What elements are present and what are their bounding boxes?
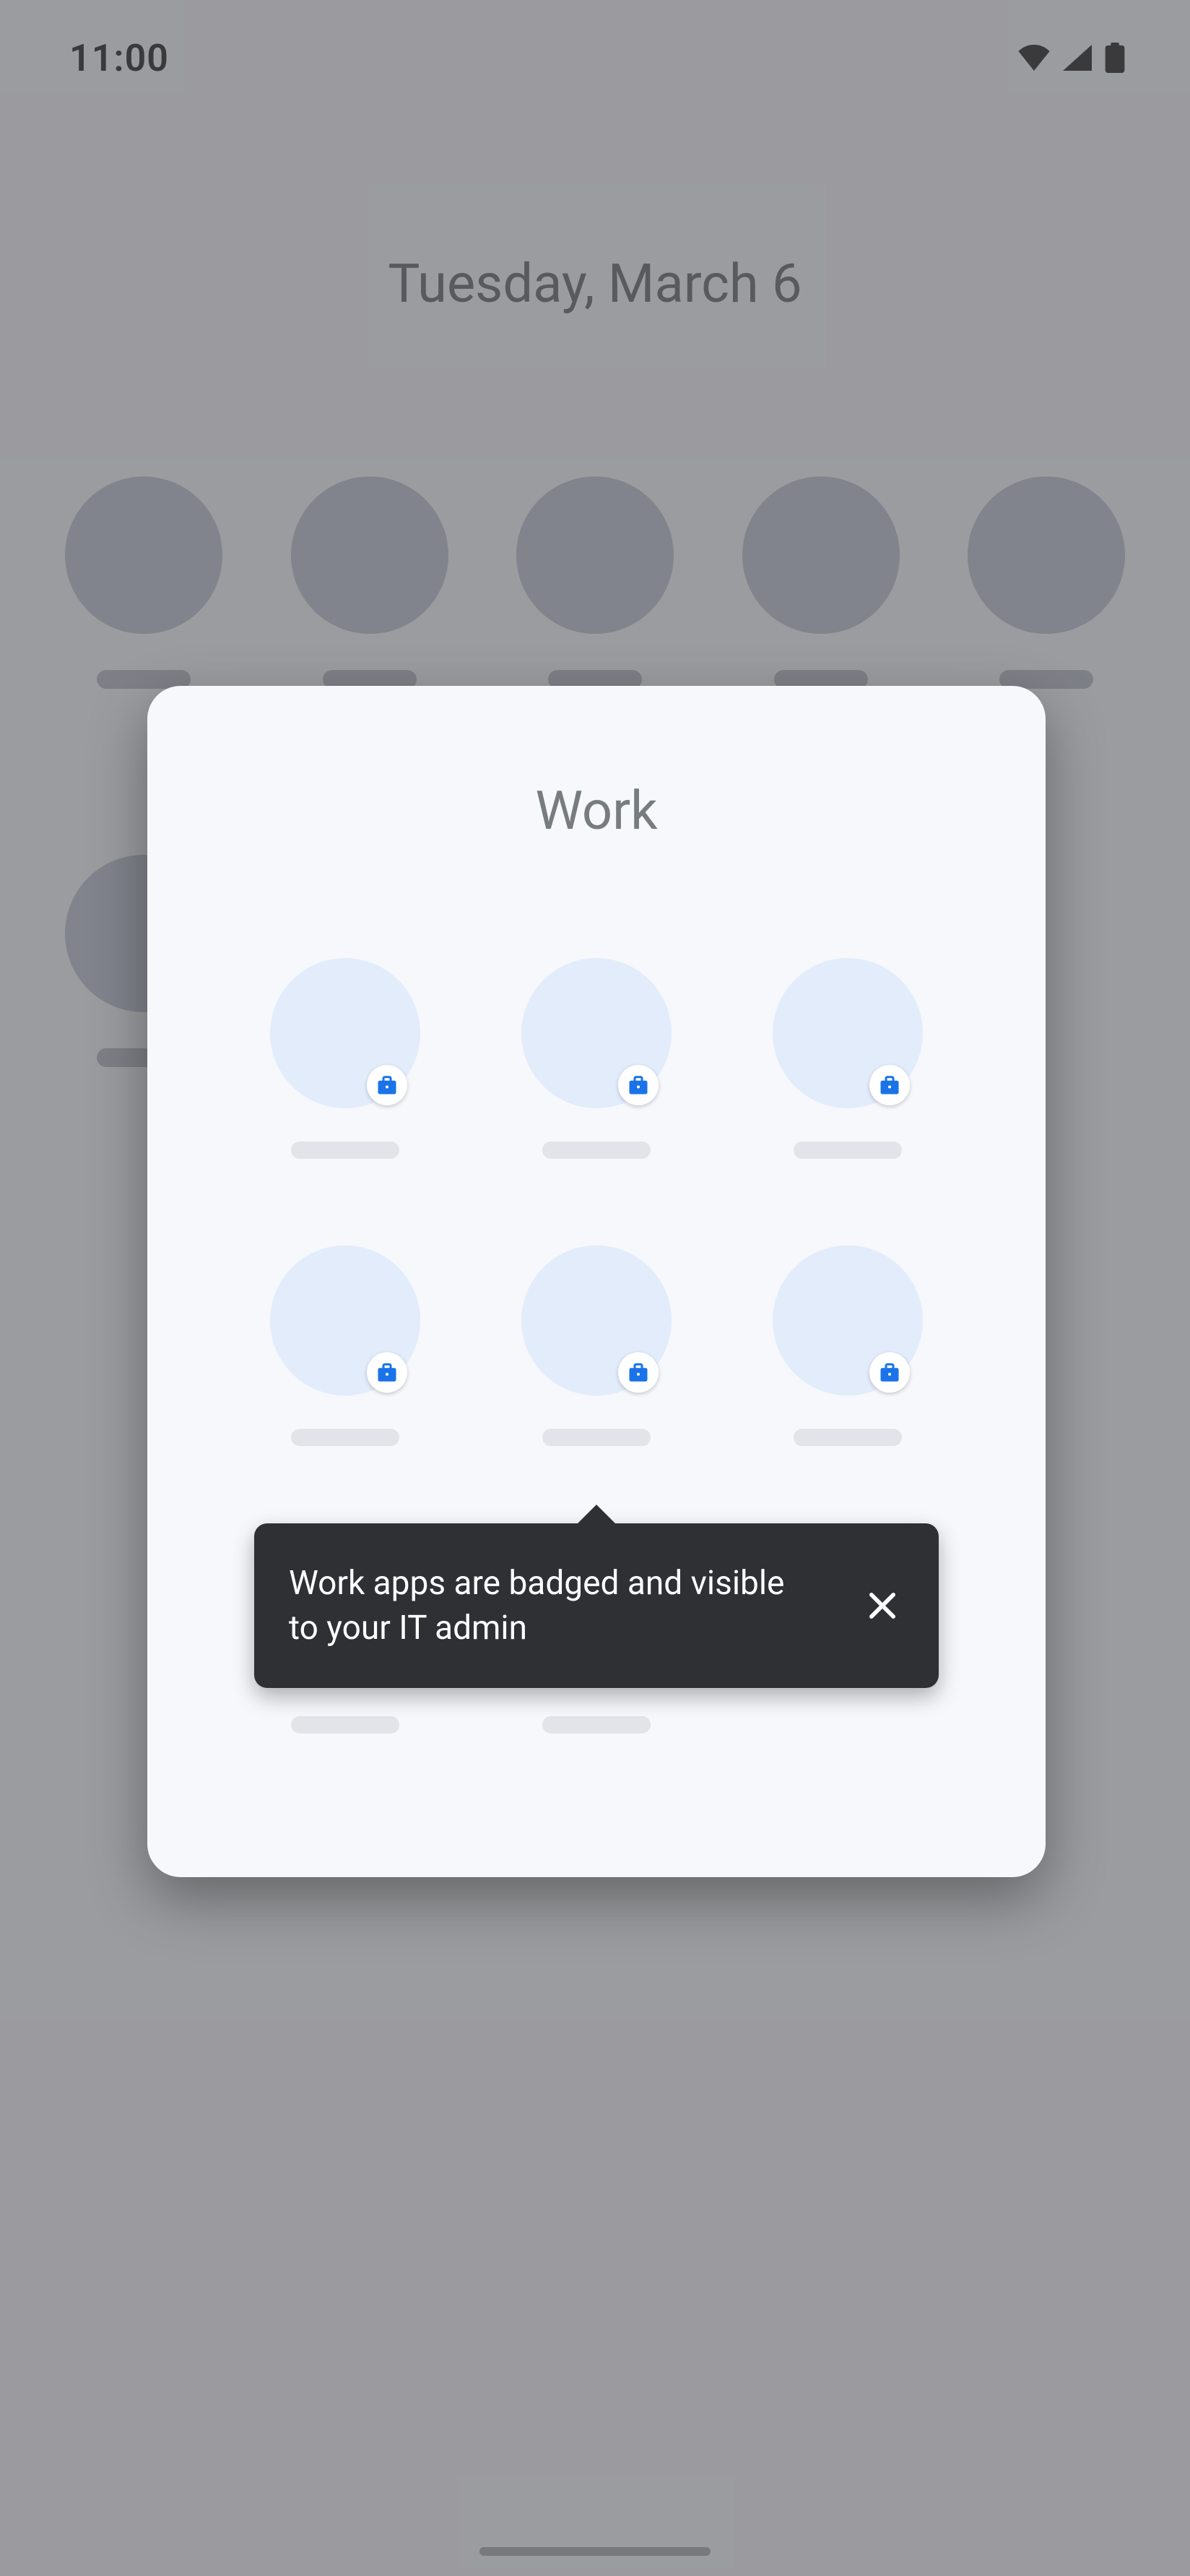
work-badge bbox=[869, 1352, 910, 1393]
folder-title: Work bbox=[147, 780, 1046, 843]
work-badge bbox=[618, 1352, 659, 1393]
work-app-placeholder[interactable] bbox=[503, 958, 690, 1159]
app-label-placeholder bbox=[291, 1141, 399, 1159]
navigation-handle[interactable] bbox=[479, 2547, 711, 2556]
app-label-placeholder bbox=[291, 1429, 399, 1446]
work-badge bbox=[367, 1065, 407, 1105]
app-label-placeholder bbox=[542, 1141, 651, 1159]
tooltip-arrow bbox=[575, 1505, 618, 1526]
app-label-placeholder bbox=[542, 1716, 651, 1733]
close-icon bbox=[864, 1587, 901, 1624]
app-label-placeholder bbox=[794, 1141, 902, 1159]
work-badge bbox=[367, 1352, 407, 1393]
tooltip-close-button[interactable] bbox=[861, 1584, 904, 1627]
work-app-placeholder[interactable] bbox=[503, 1245, 690, 1446]
work-app-placeholder[interactable] bbox=[251, 958, 439, 1159]
tooltip-text: Work apps are badged and visible to your… bbox=[289, 1561, 809, 1650]
app-label-placeholder bbox=[291, 1716, 399, 1733]
work-folder-modal: Work bbox=[147, 686, 1046, 1877]
work-app-placeholder[interactable] bbox=[754, 958, 942, 1159]
phone-screen: 11:00 Tuesday, March 6 Work bbox=[0, 0, 1190, 2576]
work-tooltip: Work apps are badged and visible to your… bbox=[254, 1523, 939, 1688]
app-label-placeholder bbox=[542, 1429, 651, 1446]
work-badge bbox=[618, 1065, 659, 1105]
work-badge bbox=[869, 1065, 910, 1105]
work-app-placeholder[interactable] bbox=[754, 1245, 942, 1446]
app-label-placeholder bbox=[794, 1429, 902, 1446]
work-app-placeholder[interactable] bbox=[251, 1245, 439, 1446]
